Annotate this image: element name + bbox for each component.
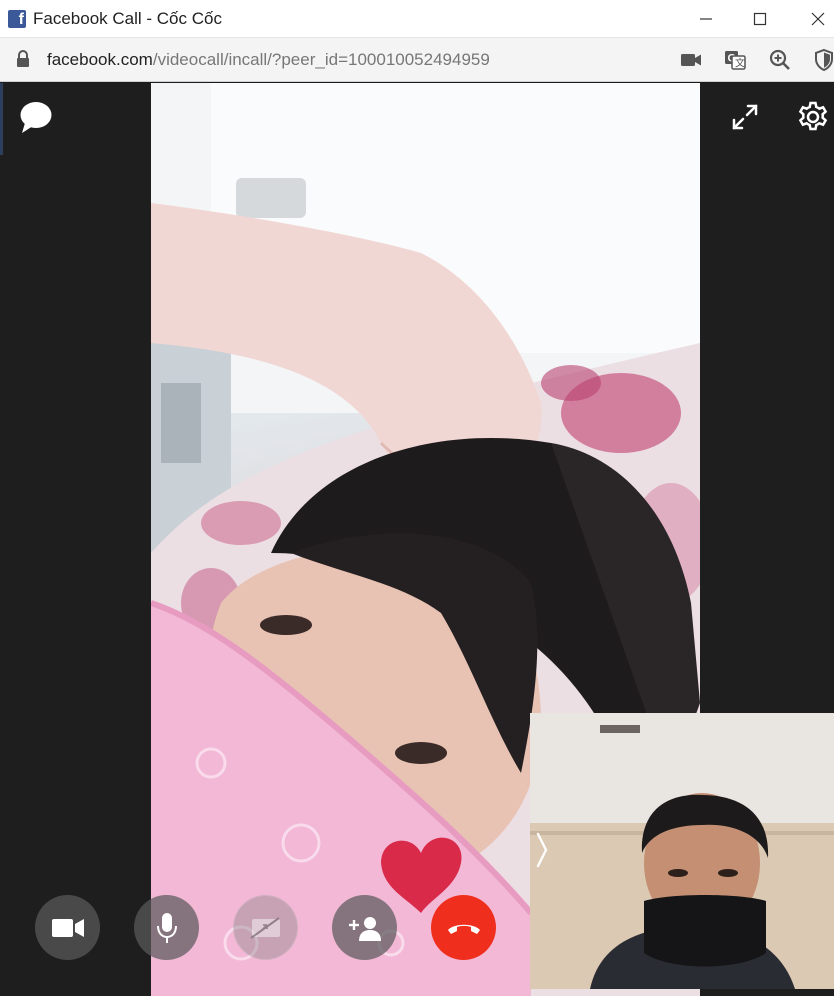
screen-share-icon [249, 916, 280, 939]
translate-icon[interactable]: G 文 [723, 48, 747, 72]
gear-icon[interactable] [796, 100, 830, 134]
shield-icon[interactable] [812, 48, 834, 72]
video-camera-icon [51, 918, 84, 937]
lock-icon [17, 50, 29, 67]
maximize-button[interactable] [739, 4, 781, 34]
address-bar: facebook.com/videocall/incall/?peer_id=1… [0, 38, 834, 82]
window-title: Facebook Call - Cốc Cốc [33, 9, 222, 28]
mic-toggle-button[interactable] [134, 895, 199, 960]
self-video-preview[interactable] [530, 713, 834, 989]
add-person-button[interactable] [332, 895, 397, 960]
close-icon [811, 12, 825, 26]
chevron-right-icon[interactable] [533, 830, 551, 870]
microphone-icon [156, 912, 177, 943]
chat-bubble-icon[interactable] [18, 99, 54, 135]
sidebar-accent [0, 83, 3, 155]
end-call-button[interactable] [431, 895, 496, 960]
zoom-in-icon[interactable] [768, 48, 792, 72]
add-person-icon [348, 916, 381, 941]
camera-icon[interactable] [679, 48, 703, 72]
close-button[interactable] [797, 4, 834, 34]
screen-share-button[interactable] [233, 895, 298, 960]
left-sidebar [0, 83, 151, 996]
url-path: /videocall/incall/?peer_id=1000100524949… [152, 50, 490, 69]
url-host: facebook.com [47, 50, 153, 69]
expand-icon[interactable] [731, 103, 759, 131]
self-video-image [530, 713, 834, 989]
url-field[interactable]: facebook.com/videocall/incall/?peer_id=1… [47, 50, 490, 70]
minimize-button[interactable] [685, 4, 727, 34]
svg-text:文: 文 [735, 57, 745, 70]
hang-up-icon [447, 924, 480, 934]
facebook-logo-icon: f [8, 10, 26, 28]
window-titlebar: f Facebook Call - Cốc Cốc [0, 0, 834, 38]
video-toggle-button[interactable] [35, 895, 100, 960]
maximize-icon [753, 12, 767, 26]
minimize-icon [700, 18, 712, 20]
